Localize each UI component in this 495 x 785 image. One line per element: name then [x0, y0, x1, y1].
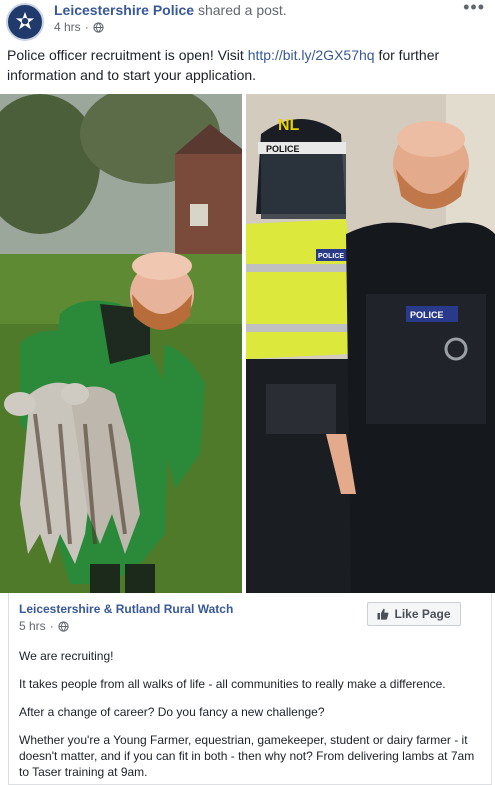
photo-officers-in-uniform[interactable]: POLICE NL POLICE POLICE	[246, 94, 495, 593]
post-timestamp[interactable]: 4 hrs	[54, 20, 81, 34]
photo-officer-with-lambs[interactable]	[0, 94, 242, 593]
shared-action-text: shared a post.	[194, 2, 287, 18]
like-page-label: Like Page	[394, 607, 451, 621]
more-options-button[interactable]: •••	[463, 0, 485, 16]
post-meta: 4 hrs ·	[54, 20, 104, 34]
shared-paragraph: After a change of career? Do you fancy a…	[19, 705, 325, 719]
meta-separator: ·	[49, 619, 54, 633]
shared-paragraph: Whether you're a Young Farmer, equestria…	[19, 733, 475, 779]
globe-icon[interactable]	[93, 21, 104, 33]
thumbs-up-icon	[377, 608, 389, 620]
shared-paragraph: It takes people from all walks of life -…	[19, 677, 446, 691]
vest-text: POLICE	[318, 253, 344, 260]
shared-page-name[interactable]: Leicestershire & Rutland Rural Watch	[19, 602, 233, 616]
officers-photo-illustration: POLICE NL POLICE POLICE	[246, 94, 495, 593]
meta-separator: ·	[84, 20, 89, 34]
post-text-start: Police officer recruitment is open! Visi…	[7, 47, 248, 63]
like-page-button[interactable]: Like Page	[367, 602, 461, 626]
shared-paragraph: We are recruiting!	[19, 649, 114, 663]
helmet-band-text: POLICE	[266, 144, 300, 154]
lambs-photo-illustration	[0, 94, 242, 593]
globe-icon[interactable]	[58, 620, 69, 632]
post-text: Police officer recruitment is open! Visi…	[7, 45, 487, 85]
recruitment-link[interactable]: http://bit.ly/2GX57hq	[248, 47, 375, 63]
shared-post-meta: 5 hrs ·	[19, 619, 69, 633]
page-name-link[interactable]: Leicestershire Police	[54, 2, 194, 18]
police-crest-icon	[15, 11, 35, 30]
shared-post-timestamp[interactable]: 5 hrs	[19, 619, 46, 633]
shared-post-card: Leicestershire & Rutland Rural Watch 5 h…	[8, 593, 492, 785]
page-avatar[interactable]	[6, 3, 44, 41]
badge-text: POLICE	[410, 310, 444, 320]
post-header: Leicestershire Police shared a post. 4 h…	[0, 0, 495, 41]
post-author-line: Leicestershire Police shared a post.	[54, 1, 287, 19]
helmet-insignia-text: NL	[278, 117, 300, 134]
